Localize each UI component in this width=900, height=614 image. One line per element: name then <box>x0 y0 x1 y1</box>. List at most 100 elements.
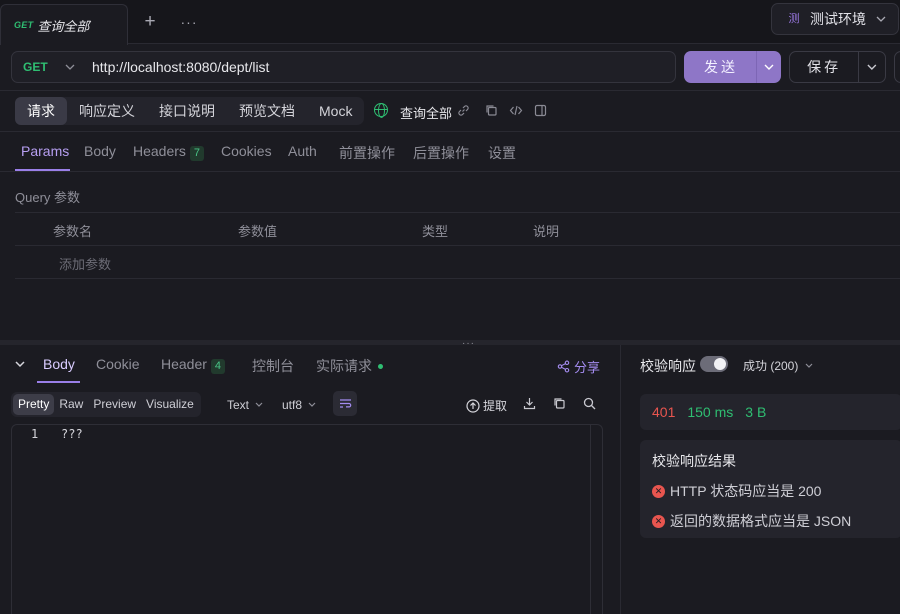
query-params-title: Query 参数 <box>15 190 81 205</box>
expected-status-select[interactable]: 成功 (200) <box>743 357 814 374</box>
col-param-value: 参数值 <box>238 224 278 239</box>
tab-auth[interactable]: Auth <box>288 143 317 159</box>
extract-button[interactable]: 提取 <box>466 397 507 414</box>
tab-method-badge: GET <box>14 20 34 30</box>
tab-bar <box>0 0 900 44</box>
chevron-down-icon <box>255 402 263 407</box>
error-icon: ✕ <box>652 484 665 498</box>
tab-headers[interactable]: Headers 7 <box>133 143 205 161</box>
validation-results-title: 校验响应结果 <box>652 453 736 469</box>
api-name[interactable]: 查询全部 <box>400 103 452 122</box>
col-param-name: 参数名 <box>53 224 93 239</box>
expected-status-label: 成功 (200) <box>743 359 799 373</box>
download-icon[interactable] <box>523 397 536 410</box>
code-icon[interactable] <box>509 104 523 117</box>
panel-splitter[interactable] <box>0 340 900 345</box>
search-icon[interactable] <box>583 397 596 410</box>
share-icon <box>557 360 570 373</box>
send-label: 发送 <box>704 59 738 75</box>
chevron-down-icon <box>805 363 813 368</box>
tab-response-definition[interactable]: 响应定义 <box>67 97 147 125</box>
error-icon: ✕ <box>652 514 665 528</box>
link-icon[interactable] <box>457 104 470 117</box>
headers-count-badge: 7 <box>189 146 205 161</box>
format-visualize[interactable]: Visualize <box>141 394 199 415</box>
tab-pre-operations[interactable]: 前置操作 <box>339 143 395 163</box>
copy-icon[interactable] <box>553 397 566 410</box>
save-button[interactable]: 保存 <box>789 51 886 83</box>
tab-body[interactable]: Body <box>84 143 116 159</box>
tab-cookies[interactable]: Cookies <box>221 143 272 159</box>
sidebar-toggle-icon[interactable] <box>534 104 547 117</box>
tab-title: 查询全部 <box>37 18 90 34</box>
chevron-down-icon[interactable] <box>757 62 781 72</box>
validation-result-item: ✕ 返回的数据格式应当是 JSON <box>652 511 851 531</box>
method-label: GET <box>23 60 48 74</box>
env-badge: 测 <box>788 13 800 25</box>
send-button[interactable]: 发送 <box>684 51 781 83</box>
col-type: 类型 <box>422 224 449 239</box>
response-tab-body[interactable]: Body <box>43 356 75 372</box>
overflow-button[interactable] <box>894 51 900 83</box>
tab-settings[interactable]: 设置 <box>488 143 516 163</box>
collapse-chevron-icon[interactable] <box>15 359 25 369</box>
response-tab-cookie[interactable]: Cookie <box>96 356 140 372</box>
tab-api-doc[interactable]: 接口说明 <box>147 97 227 125</box>
response-size: 3 B <box>745 404 767 420</box>
share-button[interactable]: 分享 <box>557 357 600 376</box>
chevron-down-icon <box>65 64 75 70</box>
copy-icon[interactable] <box>485 104 498 117</box>
scrollbar[interactable] <box>590 425 591 614</box>
encoding-select[interactable]: utf8 <box>282 398 317 412</box>
save-label: 保存 <box>807 59 842 75</box>
tab-mock[interactable]: Mock <box>307 97 364 125</box>
tab-preview-doc[interactable]: 预览文档 <box>227 97 307 125</box>
format-preview[interactable]: Preview <box>88 394 141 415</box>
new-tab-button[interactable]: + <box>140 11 160 33</box>
add-param-input[interactable]: 添加参数 <box>59 254 111 273</box>
encoding-label: utf8 <box>282 398 303 412</box>
response-tab-console[interactable]: 控制台 <box>252 356 294 376</box>
format-pretty[interactable]: Pretty <box>13 394 55 415</box>
environment-select[interactable]: 测 测试环境 <box>771 3 899 35</box>
tab-request[interactable]: 请求 <box>15 97 67 125</box>
format-raw[interactable]: Raw <box>54 394 88 415</box>
globe-icon <box>374 103 388 118</box>
response-tab-actual-request[interactable]: 实际请求 <box>316 356 383 376</box>
status-dot <box>378 363 383 369</box>
response-tab-header[interactable]: Header 4 <box>161 356 226 374</box>
status-code: 401 <box>652 404 676 420</box>
request-tab[interactable]: GET 查询全部 <box>0 4 128 45</box>
method-select[interactable]: GET <box>11 51 82 83</box>
chevron-down-icon <box>876 16 886 22</box>
drag-handle-icon[interactable]: ··· <box>462 338 475 349</box>
tab-params[interactable]: Params <box>21 143 69 159</box>
request-segment-tabs: 请求 响应定义 接口说明 预览文档 Mock <box>15 97 365 125</box>
validation-result-item: ✕ HTTP 状态码应当是 200 <box>652 481 821 501</box>
chevron-down-icon <box>308 402 316 407</box>
response-header-count: 4 <box>210 359 226 374</box>
tab-post-operations[interactable]: 后置操作 <box>413 143 469 163</box>
response-header-label: Header <box>161 356 207 372</box>
line-number: 1 <box>31 427 39 441</box>
format-tabs: Pretty Raw Preview Visualize <box>11 392 201 417</box>
extract-label: 提取 <box>483 399 508 413</box>
response-time: 150 ms <box>687 404 734 420</box>
more-icon[interactable]: ··· <box>178 11 200 33</box>
validation-title: 校验响应 <box>640 358 696 374</box>
actual-request-label: 实际请求 <box>316 358 372 374</box>
content-type-label: Text <box>227 398 250 412</box>
env-label: 测试环境 <box>810 11 866 27</box>
col-description: 说明 <box>533 224 560 239</box>
share-label: 分享 <box>574 360 601 375</box>
validation-toggle[interactable] <box>700 356 728 372</box>
content-type-select[interactable]: Text <box>227 398 264 412</box>
extract-icon <box>466 398 480 413</box>
url-input[interactable]: http://localhost:8080/dept/list <box>81 51 676 83</box>
wrap-icon <box>339 399 351 408</box>
chevron-down-icon[interactable] <box>859 62 885 72</box>
word-wrap-button[interactable] <box>333 391 357 416</box>
tab-headers-label: Headers <box>133 143 186 159</box>
response-body-editor[interactable] <box>11 424 603 614</box>
response-meta: 401 150 ms 3 B <box>640 394 900 430</box>
